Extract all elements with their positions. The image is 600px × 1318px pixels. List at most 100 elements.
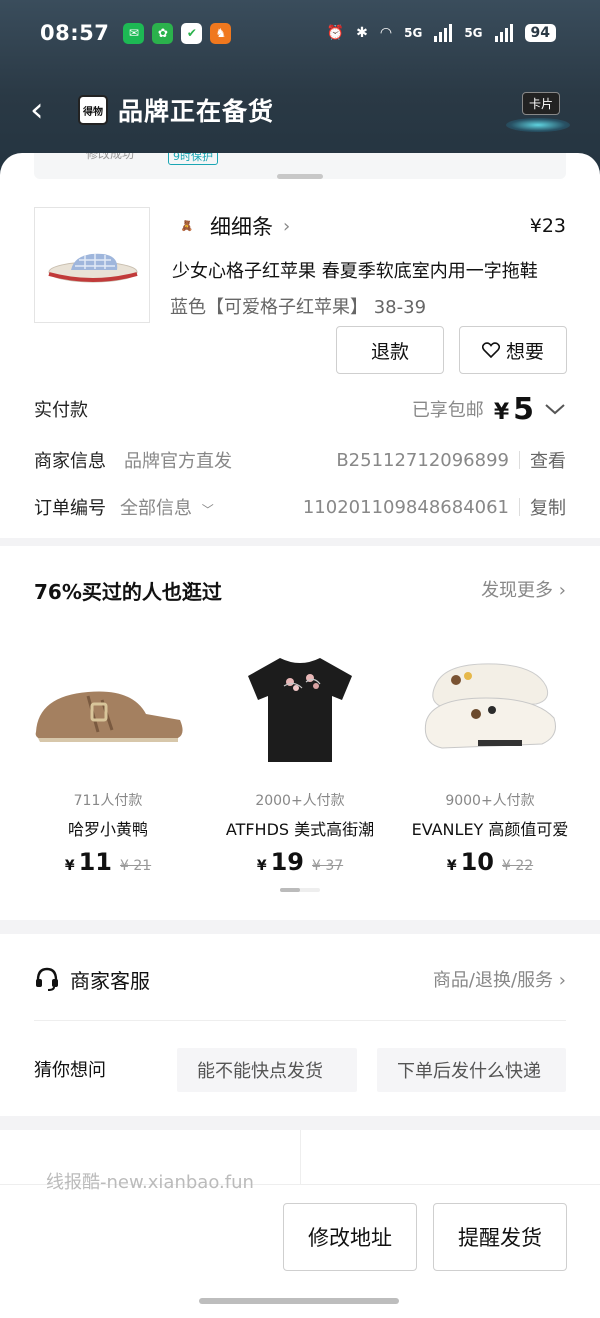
- signal-bars-2-icon: [494, 24, 513, 42]
- chevron-right-icon: ›: [558, 970, 566, 991]
- product-thumbnail[interactable]: [34, 207, 150, 323]
- remind-ship-button[interactable]: 提醒发货: [433, 1203, 567, 1271]
- item-name: ATFHDS 美式高街潮: [225, 820, 375, 839]
- all-info-toggle[interactable]: 全部信息 ﹀: [120, 494, 214, 520]
- price-original: ¥ 22: [501, 858, 534, 874]
- item-name: EVANLEY 高颜值可爱: [411, 820, 569, 839]
- page-title: 品牌正在备货: [118, 97, 275, 126]
- brand-row[interactable]: 🧸 细细条 › ¥23: [176, 211, 566, 241]
- faq-chip[interactable]: 能不能快点发货: [177, 1048, 357, 1092]
- app-icon: ✿: [152, 22, 174, 44]
- service-link-label: 商品/退换/服务: [432, 970, 554, 991]
- runner-icon: ♞: [210, 22, 232, 44]
- chevron-right-icon: ›: [283, 215, 291, 237]
- back-icon[interactable]: ‹: [30, 90, 60, 130]
- chevron-right-icon: ›: [558, 580, 566, 601]
- item-name: 哈罗小黄鸭: [67, 820, 148, 839]
- card-button[interactable]: 卡片: [506, 88, 570, 132]
- status-bar: 08:57 ✉ ✿ ✔ ♞ ⏰ ✱ ◠ 5G 5G 94: [40, 18, 556, 48]
- payment-row[interactable]: 实付款 已享包邮 ¥5: [34, 392, 566, 427]
- item-buyers: 711人付款: [73, 793, 143, 809]
- clog-image: [18, 646, 198, 776]
- payment-value: 5: [513, 391, 534, 427]
- bear-icon: 🧸: [180, 220, 194, 232]
- notification-icons: ✉ ✿ ✔ ♞: [123, 22, 232, 44]
- drag-handle[interactable]: [277, 174, 323, 179]
- status-time: 08:57: [40, 21, 110, 45]
- item-price: ¥ 19 ¥ 37: [210, 848, 390, 876]
- card-label: 卡片: [521, 92, 560, 115]
- divider: [34, 1020, 566, 1021]
- slipper-image: [48, 253, 138, 283]
- discover-more-link[interactable]: 发现更多 ›: [481, 576, 566, 602]
- peek-text: 修改成功: [86, 153, 135, 161]
- divider: [519, 498, 520, 516]
- merchant-value: 品牌官方直发: [124, 451, 232, 472]
- product-spec: 蓝色【可爱格子红苹果】 38-39: [170, 297, 427, 318]
- product-price: ¥23: [529, 215, 566, 237]
- wechat-icon: ✉: [123, 22, 145, 44]
- product-card[interactable]: 2000+人付款 ATFHDS 美式高街潮 ¥ 19 ¥ 37: [210, 646, 390, 876]
- payment-label: 实付款: [34, 400, 88, 421]
- service-section: 商家客服 商品/退换/服务 › 猜你想问 能不能快点发货 下单后发什么快递: [0, 934, 600, 1116]
- price-original: ¥ 21: [119, 858, 152, 874]
- price-original: ¥ 37: [311, 858, 344, 874]
- service-title: 商家客服: [70, 968, 150, 993]
- discover-more-label: 发现更多: [481, 580, 554, 601]
- order-number-row: 订单编号 全部信息 ﹀ 110201109848684061 复制: [34, 491, 566, 523]
- order-number-right: 110201109848684061 复制: [303, 494, 566, 520]
- signal-label-1: 5G: [404, 26, 423, 40]
- change-address-button[interactable]: 修改地址: [283, 1203, 417, 1271]
- product-title[interactable]: 少女心格子红苹果 春夏季软底室内用一字拖鞋: [172, 257, 566, 283]
- divider: [519, 451, 520, 469]
- remind-ship-label: 提醒发货: [458, 1226, 542, 1250]
- copy-link[interactable]: 复制: [530, 494, 566, 520]
- payment-amount: ¥5: [494, 392, 534, 427]
- headset-icon: [36, 967, 58, 991]
- wifi-icon: ◠: [379, 25, 393, 41]
- nav-bar: ‹ 得物 品牌正在备货 卡片: [30, 88, 570, 132]
- service-header[interactable]: 商家客服 商品/退换/服务 ›: [34, 962, 566, 996]
- carousel-indicator: [280, 888, 320, 892]
- tshirt-image: [210, 646, 390, 776]
- want-button[interactable]: 想要: [459, 326, 567, 374]
- currency: ¥: [256, 858, 267, 874]
- chevron-down-icon[interactable]: [544, 402, 566, 416]
- order-number-label: 订单编号: [34, 498, 106, 519]
- chevron-down-icon: ﹀: [201, 503, 214, 517]
- view-link[interactable]: 查看: [530, 447, 566, 473]
- crocs-image: [400, 646, 580, 776]
- price-now: 19: [270, 848, 304, 876]
- home-indicator[interactable]: [199, 1298, 399, 1304]
- brand-logo-icon: 得物: [78, 95, 108, 125]
- all-info-label: 全部信息: [120, 498, 192, 519]
- refund-label: 退款: [370, 340, 409, 363]
- faq-chip[interactable]: 下单后发什么快递: [377, 1048, 566, 1092]
- refund-button[interactable]: 退款: [336, 326, 444, 374]
- payment-detail: 已享包邮 ¥5: [412, 392, 566, 427]
- shipping-text: 已享包邮: [411, 400, 484, 421]
- merchant-right: B25112712096899 查看: [336, 447, 566, 473]
- recommendation-title: 76%买过的人也逛过: [34, 580, 222, 604]
- item-price: ¥ 10 ¥ 22: [400, 848, 580, 876]
- bluetooth-icon: ✱: [356, 25, 368, 41]
- currency: ¥: [64, 858, 75, 874]
- watermark: 线报酷-new.xianbao.fun: [46, 1172, 254, 1193]
- signal-bars-1-icon: [434, 24, 453, 42]
- merchant-row: 商家信息 品牌官方直发 B25112712096899 查看: [34, 444, 566, 476]
- product-card[interactable]: 711人付款 哈罗小黄鸭 ¥ 11 ¥ 21: [18, 646, 198, 876]
- product-card[interactable]: 9000+人付款 EVANLEY 高颜值可爱 ¥ 10 ¥ 22: [400, 646, 580, 876]
- brand-name: 细细条: [210, 215, 273, 239]
- peek-tag: 9时保护: [168, 153, 218, 165]
- alarm-icon: ⏰: [326, 25, 345, 41]
- service-link[interactable]: 商品/退换/服务 ›: [433, 966, 566, 992]
- want-label: 想要: [505, 340, 544, 363]
- item-price: ¥ 11 ¥ 21: [18, 848, 198, 876]
- shield-icon: ✔: [181, 22, 203, 44]
- order-number: 110201109848684061: [302, 496, 509, 518]
- item-buyers: 9000+人付款: [445, 793, 535, 809]
- change-address-label: 修改地址: [308, 1226, 392, 1250]
- price-now: 10: [460, 848, 494, 876]
- item-buyers: 2000+人付款: [255, 793, 345, 809]
- merchant-label: 商家信息: [34, 451, 106, 472]
